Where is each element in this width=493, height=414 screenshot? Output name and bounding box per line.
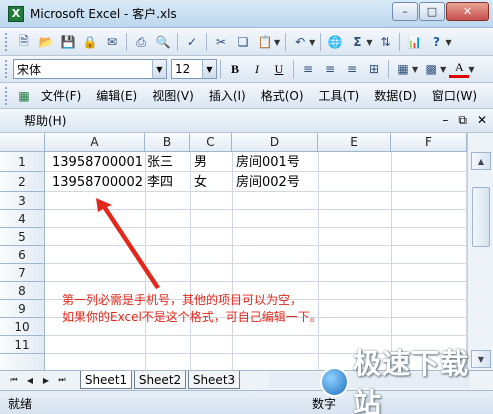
align-right-icon[interactable]: ≡ <box>342 59 362 79</box>
excel-app-icon[interactable]: X <box>8 5 24 22</box>
menu-edit[interactable]: 编辑(E) <box>96 87 137 104</box>
menu-insert[interactable]: 插入(I) <box>209 87 246 104</box>
copy-icon[interactable]: ❏ <box>233 32 253 52</box>
print-preview-icon[interactable]: 🔍 <box>153 32 173 52</box>
menu-file[interactable]: 文件(F) <box>41 87 81 104</box>
menu-tools[interactable]: 工具(T) <box>319 87 360 104</box>
separator <box>399 33 401 51</box>
align-left-icon[interactable]: ≡ <box>298 59 318 79</box>
spelling-icon[interactable]: ✓ <box>182 32 202 52</box>
print-icon[interactable]: ⎙ <box>131 32 151 52</box>
autosum-icon[interactable]: Σ <box>347 32 367 52</box>
borders-icon[interactable]: ▦ <box>393 59 413 79</box>
align-center-icon[interactable]: ≡ <box>320 59 340 79</box>
tab-sheet1[interactable]: Sheet1 <box>80 371 132 389</box>
doc-minimize-button[interactable]: – <box>442 113 448 128</box>
watermark: 极速下载站 <box>320 347 493 414</box>
menu-bar-row2: 帮助(H) – ⧉ ✕ <box>0 109 493 133</box>
prev-sheet-icon[interactable]: ◀ <box>24 373 36 387</box>
chevron-down-icon[interactable]: ▼ <box>274 38 280 47</box>
font-size-value: 12 <box>175 62 191 76</box>
excel-doc-icon[interactable]: ▦ <box>14 86 34 106</box>
paste-icon[interactable]: 📋 <box>255 32 275 52</box>
worksheet-grid[interactable]: A B C D E F 1 2 3 4 5 6 7 8 9 10 11 1395… <box>0 133 493 370</box>
chevron-down-icon[interactable]: ▼ <box>445 38 451 47</box>
menu-window[interactable]: 窗口(W) <box>432 87 477 104</box>
separator <box>177 33 178 51</box>
annotation-line-1: 第一列必需是手机号，其他的项目可以为空， <box>62 293 303 307</box>
maximize-button[interactable]: □ <box>419 2 445 21</box>
italic-button[interactable]: I <box>247 59 267 79</box>
help-icon[interactable]: ? <box>426 32 446 52</box>
close-button[interactable]: ✕ <box>446 2 489 21</box>
menu-data[interactable]: 数据(D) <box>374 87 417 104</box>
title-bar: X Microsoft Excel - 客户.xls – □ ✕ <box>0 0 493 28</box>
menu-view[interactable]: 视图(V) <box>152 87 194 104</box>
standard-toolbar: 🗎 📂 💾 🔒 ✉ ⎙ 🔍 ✓ ✂ ❏ 📋 ▼ ↶ ▼ 🌐 Σ ▼ ⇅ 📊 ? … <box>0 29 493 56</box>
watermark-logo-icon <box>320 367 350 397</box>
font-name-select[interactable]: 宋体 ▼ <box>13 59 167 79</box>
menu-bar: ▦ 文件(F) 编辑(E) 视图(V) 插入(I) 格式(O) 工具(T) 数据… <box>0 83 493 109</box>
separator <box>293 60 294 78</box>
separator <box>126 33 127 51</box>
undo-icon[interactable]: ↶ <box>290 32 310 52</box>
doc-close-button[interactable]: ✕ <box>477 113 487 128</box>
email-icon[interactable]: ✉ <box>102 32 122 52</box>
chevron-down-icon[interactable]: ▼ <box>412 65 418 74</box>
formatting-toolbar: 宋体 ▼ 12 ▼ B I U ≡ ≡ ≡ ⊞ ▦ ▼ ▩ ▼ A ▼ <box>0 56 493 83</box>
tab-sheet3[interactable]: Sheet3 <box>188 371 240 389</box>
underline-button[interactable]: U <box>269 59 289 79</box>
chart-icon[interactable]: 📊 <box>404 32 424 52</box>
doc-restore-button[interactable]: ⧉ <box>458 113 467 128</box>
bold-button[interactable]: B <box>225 59 245 79</box>
permission-icon[interactable]: 🔒 <box>80 32 100 52</box>
separator <box>220 60 221 78</box>
merge-center-icon[interactable]: ⊞ <box>364 59 384 79</box>
vertical-scrollbar[interactable]: ▲ ▼ <box>467 133 493 370</box>
first-sheet-icon[interactable]: ⏮ <box>8 373 20 387</box>
save-icon[interactable]: 💾 <box>58 32 78 52</box>
window-title: Microsoft Excel - 客户.xls <box>30 7 177 21</box>
toolbar-grip[interactable] <box>5 33 9 51</box>
annotation-line-2: 如果你的Excel不是这个格式，可自己编辑一下。 <box>62 310 322 324</box>
chevron-down-icon[interactable]: ▼ <box>309 38 315 47</box>
chevron-down-icon[interactable]: ▼ <box>366 38 372 47</box>
menu-help[interactable]: 帮助(H) <box>24 112 66 129</box>
toolbar-grip[interactable] <box>5 86 9 105</box>
font-color-button[interactable]: A <box>449 60 470 78</box>
separator <box>206 33 207 51</box>
separator <box>388 60 389 78</box>
chevron-down-icon[interactable]: ▼ <box>202 60 216 78</box>
watermark-text: 极速下载站 <box>353 347 470 414</box>
next-sheet-icon[interactable]: ▶ <box>40 373 52 387</box>
font-size-select[interactable]: 12 ▼ <box>171 59 217 79</box>
status-ready: 就绪 <box>8 397 33 411</box>
font-name-value: 宋体 <box>17 62 42 77</box>
chevron-down-icon[interactable]: ▼ <box>440 65 446 74</box>
last-sheet-icon[interactable]: ⏭ <box>56 373 68 387</box>
fill-color-icon[interactable]: ▩ <box>421 59 441 79</box>
toolbar-grip[interactable] <box>5 60 9 78</box>
chevron-down-icon[interactable]: ▼ <box>468 65 474 74</box>
separator <box>320 33 322 51</box>
cut-icon[interactable]: ✂ <box>211 32 231 52</box>
scroll-up-icon[interactable]: ▲ <box>471 152 491 170</box>
tab-sheet2[interactable]: Sheet2 <box>134 371 186 389</box>
chevron-down-icon[interactable]: ▼ <box>152 60 166 78</box>
open-icon[interactable]: 📂 <box>36 32 56 52</box>
minimize-button[interactable]: – <box>392 2 418 21</box>
red-arrow-icon <box>96 198 160 289</box>
scroll-thumb[interactable] <box>472 187 490 247</box>
menu-format[interactable]: 格式(O) <box>261 87 304 104</box>
hyperlink-icon[interactable]: 🌐 <box>325 32 345 52</box>
sort-icon[interactable]: ⇅ <box>375 32 395 52</box>
new-icon[interactable]: 🗎 <box>14 32 34 52</box>
separator <box>285 33 287 51</box>
